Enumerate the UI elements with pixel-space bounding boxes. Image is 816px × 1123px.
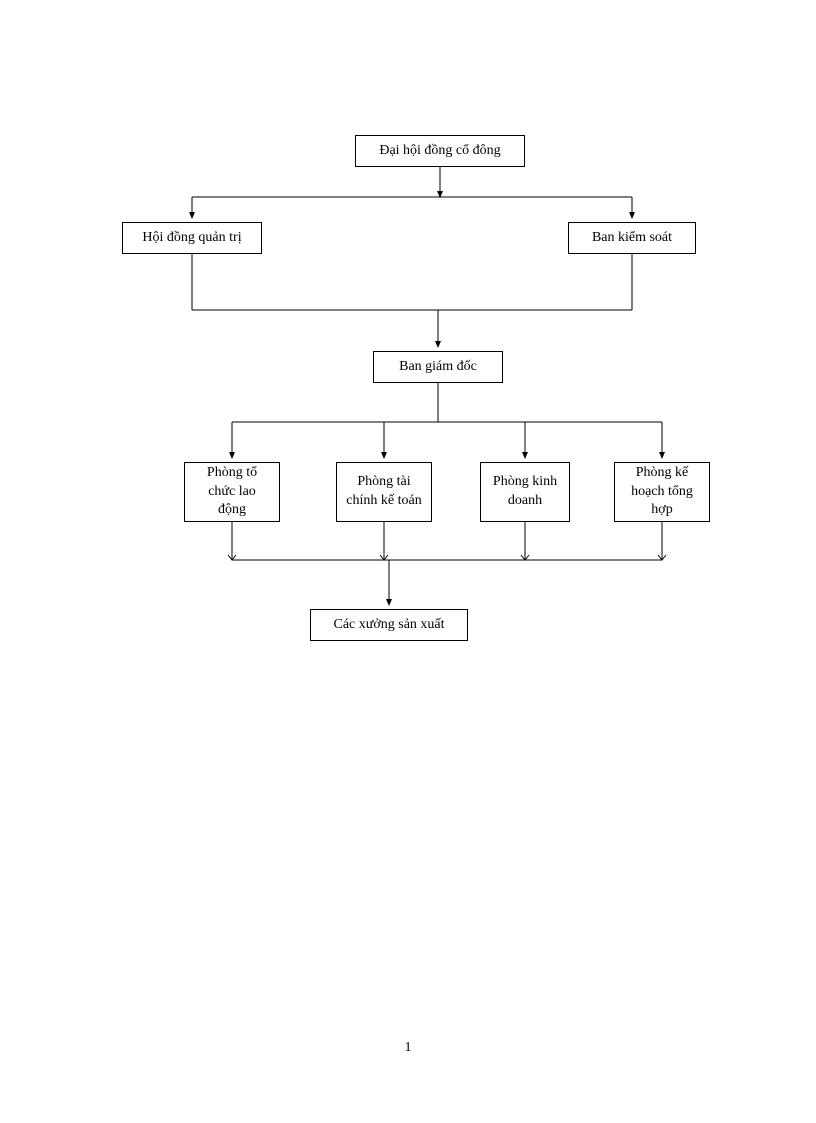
node-board: Hội đồng quản trị [122,222,262,254]
node-directors: Ban giám đốc [373,351,503,383]
node-label: Các xưởng sản xuất [333,616,444,635]
node-label: Phòng kế hoạch tổng hợp [623,464,701,521]
node-dept-hr: Phòng tổ chức lao động [184,462,280,522]
node-shareholders: Đại hội đồng cổ đông [355,135,525,167]
connector-svg [0,0,816,1123]
node-label: Ban giám đốc [399,358,477,377]
node-label: Hội đồng quản trị [142,229,241,248]
page-number: 1 [0,1040,816,1056]
node-supervisory: Ban kiểm soát [568,222,696,254]
page-number-text: 1 [405,1040,412,1055]
node-label: Phòng tài chính kế toán [345,473,423,511]
node-label: Ban kiểm soát [592,229,672,248]
node-workshops: Các xưởng sản xuất [310,609,468,641]
node-label: Đại hội đồng cổ đông [379,142,500,161]
node-dept-planning: Phòng kế hoạch tổng hợp [614,462,710,522]
node-dept-business: Phòng kinh doanh [480,462,570,522]
node-dept-finance: Phòng tài chính kế toán [336,462,432,522]
node-label: Phòng tổ chức lao động [193,464,271,521]
node-label: Phòng kinh doanh [489,473,561,511]
